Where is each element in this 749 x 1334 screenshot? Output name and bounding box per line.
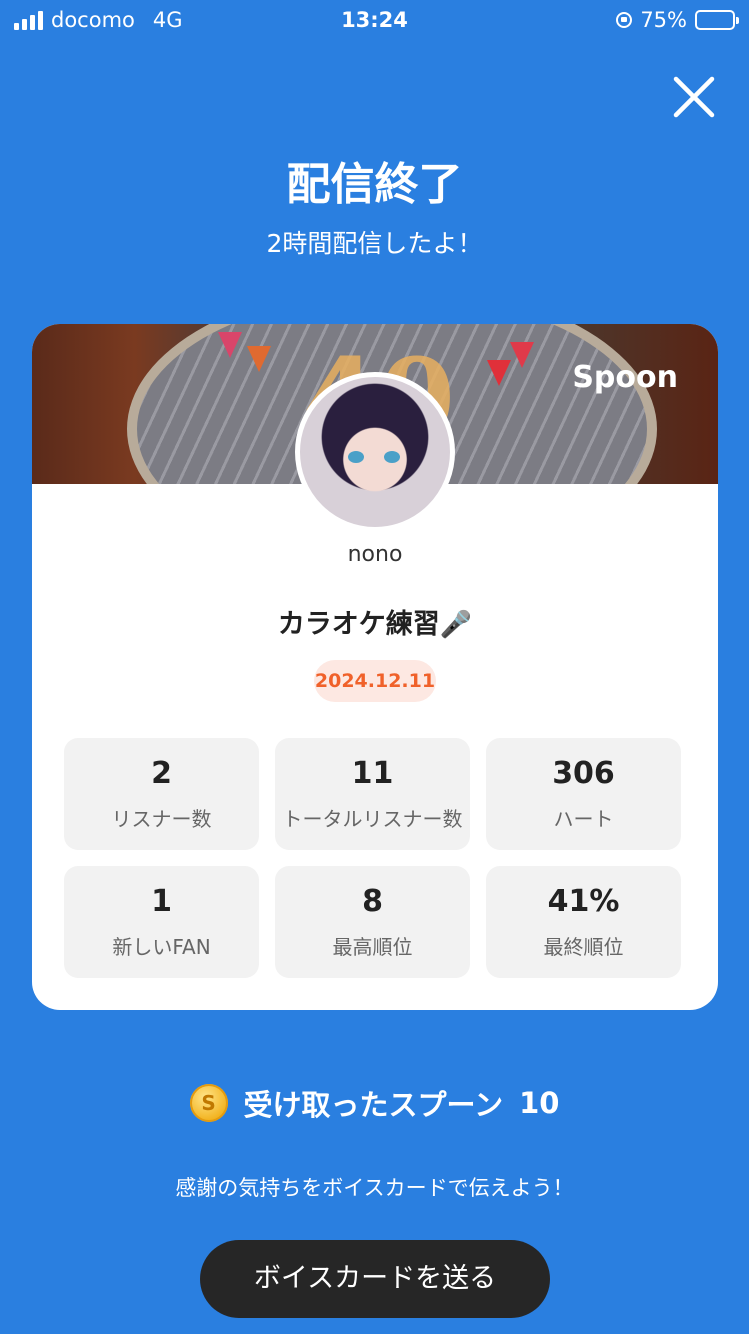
- stat-value: 1: [151, 884, 172, 919]
- spoons-label: 受け取ったスプーン: [243, 1088, 504, 1122]
- live-title: カラオケ練習: [277, 609, 440, 640]
- status-right: 75%: [616, 8, 739, 32]
- thanks-message: 感謝の気持ちをボイスカードで伝えよう！: [175, 1176, 574, 1200]
- status-bar: docomo 4G 13:24 75%: [0, 0, 749, 40]
- spoons-count: 10: [519, 1086, 560, 1120]
- page-title: 配信終了: [286, 159, 463, 210]
- page-subtitle: 2時間配信したよ！: [266, 229, 483, 258]
- microphone-icon: 🎤: [439, 610, 473, 640]
- stat-label: 新しいFAN: [112, 935, 211, 959]
- close-icon: [673, 76, 715, 118]
- battery-percent: 75%: [640, 8, 687, 32]
- stat-value: 8: [362, 884, 383, 919]
- spoon-coin-icon: S: [189, 1084, 228, 1122]
- avatar-eye: [348, 451, 364, 463]
- live-title-row: カラオケ練習🎤: [32, 602, 718, 641]
- spoons-received: S 受け取ったスプーン 10: [0, 1082, 749, 1124]
- stat-label: 最終順位: [543, 935, 624, 959]
- stat-label: リスナー数: [111, 807, 212, 831]
- orientation-lock-icon: [616, 12, 633, 28]
- username: nono: [347, 542, 403, 567]
- stat-best-rank: 8 最高順位: [275, 866, 470, 978]
- stat-hearts: 306 ハート: [486, 738, 681, 850]
- spoon-logo: Spoon: [572, 360, 678, 395]
- stat-total-listeners: 11 トータルリスナー数: [275, 738, 470, 850]
- close-button[interactable]: [671, 74, 717, 120]
- stat-listeners: 2 リスナー数: [64, 738, 259, 850]
- live-summary-card: 40 Spoon nono カラオケ練習🎤 2024.12.11 2 リスナー数…: [32, 324, 718, 1010]
- stat-label: ハート: [553, 807, 614, 831]
- battery-icon: [695, 10, 739, 30]
- avatar-eye: [384, 451, 400, 463]
- stat-value: 11: [351, 756, 394, 791]
- stat-value: 306: [552, 756, 615, 791]
- stat-value: 41%: [547, 884, 620, 919]
- stat-label: トータルリスナー数: [282, 807, 463, 831]
- banner-flag: [218, 332, 242, 358]
- send-voice-card-button[interactable]: ボイスカードを送る: [200, 1240, 550, 1318]
- banner-flag: [487, 360, 511, 386]
- avatar[interactable]: [295, 372, 455, 532]
- stat-final-rank: 41% 最終順位: [486, 866, 681, 978]
- stats-grid: 2 リスナー数 11 トータルリスナー数 306 ハート 1 新しいFAN 8 …: [64, 738, 681, 978]
- stat-value: 2: [151, 756, 172, 791]
- banner-flag: [510, 342, 534, 368]
- stat-new-fans: 1 新しいFAN: [64, 866, 259, 978]
- stat-label: 最高順位: [332, 935, 413, 959]
- date-badge: 2024.12.11: [314, 660, 436, 702]
- banner-flag: [247, 346, 271, 372]
